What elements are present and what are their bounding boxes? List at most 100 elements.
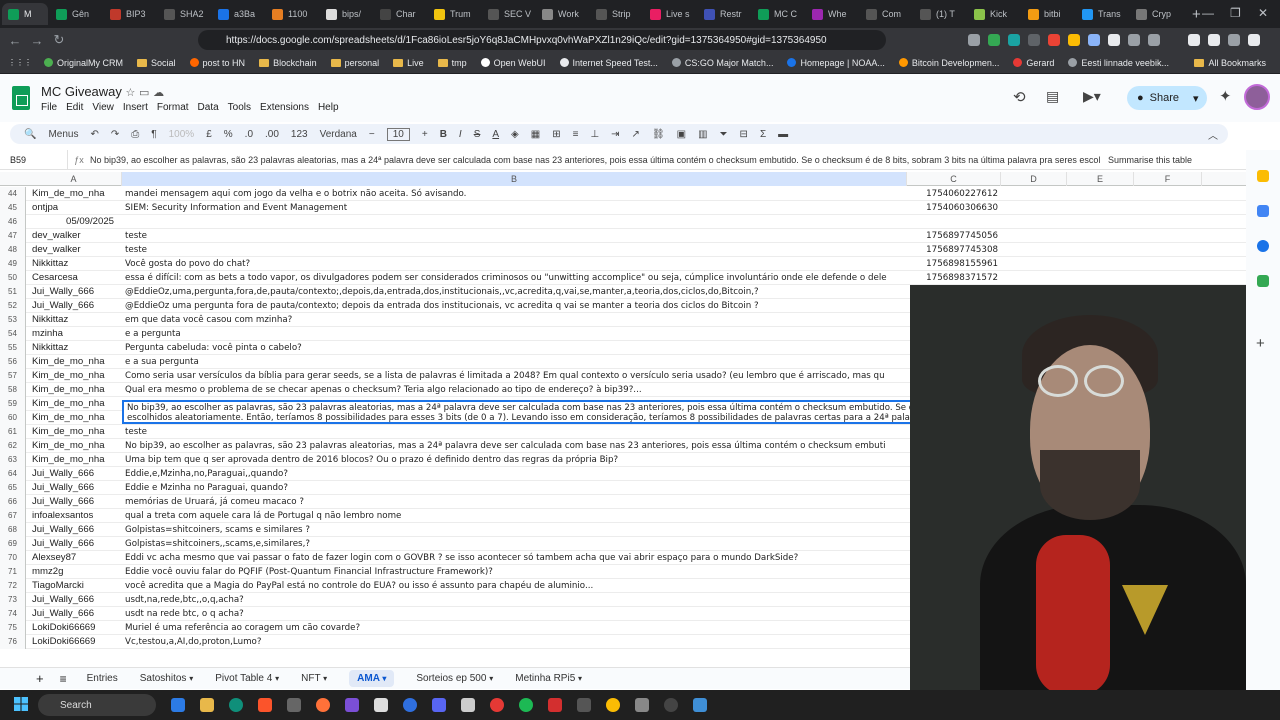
row-number[interactable]: 51 [0,285,26,299]
column-header-a[interactable]: A [26,172,122,186]
cell-a[interactable]: Jui_Wally_666 [32,607,120,621]
cell-b[interactable]: Golpistas=shitcoiners,,scams,e,similares… [125,537,905,551]
align-icon[interactable]: ≡ [573,129,579,140]
formula-input[interactable]: No bip39, ao escolher as palavras, são 2… [90,155,1100,165]
percent-button[interactable]: % [224,129,233,140]
row-number[interactable]: 47 [0,229,26,243]
minimize-icon[interactable]: — [1202,6,1214,20]
firefox-icon[interactable] [316,698,330,712]
row-number[interactable]: 74 [0,607,26,621]
extension-icon[interactable] [968,34,980,46]
undo-icon[interactable]: ↶ [90,129,98,140]
row-number[interactable]: 60 [0,411,26,425]
row-number[interactable]: 50 [0,271,26,285]
bookmark-item[interactable]: Gerard [1013,58,1054,68]
font-size-input[interactable]: 10 [386,127,410,141]
cell-b[interactable]: Como seria usar versículos da bíblia par… [125,369,905,383]
filter-views-icon[interactable]: ⊟ [740,129,748,140]
text-color-icon[interactable]: A [492,129,499,140]
document-title[interactable]: MC Giveaway ☆ ▭ ☁ [41,84,164,99]
app-icon[interactable] [548,698,562,712]
cell-a[interactable]: Nikkittaz [32,313,120,327]
row-number[interactable]: 71 [0,565,26,579]
cell-a[interactable]: Jui_Wally_666 [32,495,120,509]
sheet-tab-nft[interactable]: NFT ▾ [301,673,327,684]
avatar[interactable] [1244,84,1270,110]
cell-b[interactable]: teste [125,425,905,439]
cell-b[interactable]: Golpistas=shitcoiners, scams e similares… [125,523,905,537]
spotify-icon[interactable] [519,698,533,712]
app-icon[interactable] [374,698,388,712]
cell-a[interactable]: Kim_de_mo_nha [32,355,120,369]
cell-b[interactable]: SIEM: Security Information and Event Man… [125,201,905,215]
extension-icon[interactable] [1068,34,1080,46]
bookmark-item[interactable]: Open WebUI [480,58,546,68]
brave-icon[interactable] [258,698,272,712]
menu-data[interactable]: Data [198,102,219,113]
bookmark-item[interactable]: Internet Speed Test... [559,58,658,68]
number-format-button[interactable]: 123 [291,129,308,140]
cell-c[interactable]: 1756898155961 [908,257,998,271]
plus-icon[interactable]: + [422,129,428,140]
cell-b[interactable]: Você gosta do povo do chat? [125,257,905,271]
bookmark-item[interactable]: Homepage | NOAA... [787,58,885,68]
reload-icon[interactable]: ↻ [48,32,70,48]
discord-icon[interactable] [432,698,446,712]
row-number[interactable]: 67 [0,509,26,523]
column-header-b[interactable]: B [122,172,907,186]
menu-format[interactable]: Format [157,102,189,113]
extension-icon[interactable] [1088,34,1100,46]
app-icon[interactable] [345,698,359,712]
chrome-icon[interactable] [606,698,620,712]
row-number[interactable]: 55 [0,341,26,355]
cell-a[interactable]: Kim_de_mo_nha [32,425,120,439]
row-number[interactable]: 68 [0,523,26,537]
zoom-select[interactable]: 100% [169,129,195,140]
row-number[interactable]: 62 [0,439,26,453]
menu-view[interactable]: View [92,102,114,113]
apps-grid-icon[interactable]: ⋮⋮⋮ [8,58,32,67]
chevron-down-icon[interactable]: ▾ [1193,92,1199,105]
rotate-icon[interactable]: ↗ [632,129,640,140]
currency-button[interactable]: £ [206,129,212,140]
cell-a[interactable]: Kim_de_mo_nha [32,453,120,467]
forward-icon[interactable]: → [26,33,48,48]
all-sheets-icon[interactable]: ≡ [60,672,67,686]
cell-b[interactable]: Eddie e Mzinha no Paraguai, quando? [125,481,905,495]
comments-icon[interactable]: ▤ [1046,88,1059,105]
cell-c[interactable]: 1754060306630 [908,201,998,215]
cell-c[interactable]: 1756898371572 [908,271,998,285]
bookmark-item[interactable]: CS:GO Major Match... [671,58,773,68]
fill-color-icon[interactable]: ◈ [511,129,519,140]
bold-icon[interactable]: B [440,129,447,140]
bookmark-item[interactable]: Eesti linnade veebik... [1068,58,1169,68]
functions-icon[interactable]: Σ [760,129,766,140]
input-tools-icon[interactable]: ▬ [778,129,788,140]
cell-a[interactable]: Jui_Wally_666 [32,537,120,551]
gemini-icon[interactable]: ✦ [1219,87,1232,105]
cell-a[interactable]: dev_walker [32,243,120,257]
taskbar-search[interactable]: Search [38,694,156,716]
cell-b[interactable]: usdt na rede btc, o q acha? [125,607,905,621]
contacts-icon[interactable] [1257,240,1269,252]
extension-icon[interactable] [1048,34,1060,46]
move-folder-icon[interactable]: ▭ [139,87,149,99]
all-bookmarks-button[interactable]: All Bookmarks [1194,58,1266,68]
cell-b[interactable]: mandei mensagem aqui com jogo da velha e… [125,187,905,201]
cell-a[interactable]: Nikkittaz [32,341,120,355]
row-number[interactable]: 54 [0,327,26,341]
menu-file[interactable]: File [41,102,57,113]
profile-icon[interactable] [1208,34,1220,46]
cell-a[interactable]: mmz2g [32,565,120,579]
share-button[interactable]: ● Share ▾ [1127,86,1207,110]
valign-icon[interactable]: ⊥ [590,129,599,140]
row-number[interactable]: 72 [0,579,26,593]
cell-b[interactable] [125,215,905,229]
cell-b[interactable]: Muriel é uma referência ao coragem um cã… [125,621,905,635]
tasks-icon[interactable] [1257,205,1269,217]
browser-tab[interactable]: Trum [428,3,480,25]
sheet-tab-sorteios-ep-500[interactable]: Sorteios ep 500 ▾ [416,673,493,684]
decrease-decimal-button[interactable]: .0 [245,129,253,140]
merge-icon[interactable]: ⊞ [552,129,560,140]
chart-icon[interactable]: ▥ [698,129,707,140]
